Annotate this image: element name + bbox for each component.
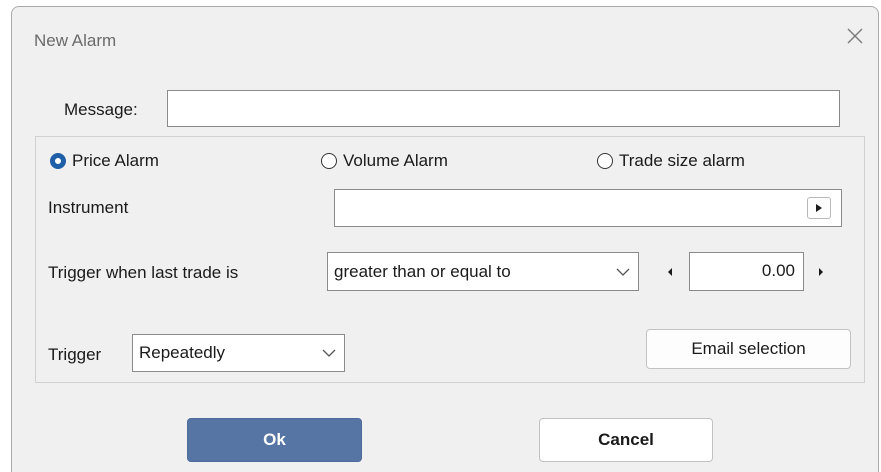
radio-trade-size-alarm-label: Trade size alarm: [619, 151, 745, 170]
radio-trade-size-alarm[interactable]: Trade size alarm: [597, 151, 745, 171]
cancel-button[interactable]: Cancel: [539, 418, 713, 462]
ok-button[interactable]: Ok: [187, 418, 362, 462]
radio-checked-icon: [50, 153, 66, 169]
chevron-down-icon: [616, 268, 630, 276]
decrement-arrow-icon[interactable]: [668, 268, 672, 276]
email-selection-button[interactable]: Email selection: [646, 329, 851, 369]
dialog-title: New Alarm: [34, 31, 117, 50]
radio-price-alarm-label: Price Alarm: [72, 151, 159, 170]
title-bar: New Alarm: [12, 7, 878, 75]
increment-arrow-icon[interactable]: [819, 268, 823, 276]
chevron-down-icon: [322, 349, 336, 357]
close-button[interactable]: [840, 21, 870, 51]
new-alarm-dialog: New Alarm Message: Price Alarm Volume Al…: [11, 6, 879, 472]
message-label: Message:: [64, 100, 138, 119]
radio-price-alarm[interactable]: Price Alarm: [50, 151, 159, 171]
radio-unchecked-icon: [321, 153, 337, 169]
message-input[interactable]: [167, 90, 840, 127]
instrument-input[interactable]: [334, 189, 842, 227]
trigger-condition-value: greater than or equal to: [334, 261, 511, 281]
trigger-value-input[interactable]: 0.00: [689, 252, 804, 291]
trigger-select[interactable]: Repeatedly: [132, 334, 345, 372]
trigger-label: Trigger: [48, 345, 102, 364]
radio-volume-alarm-label: Volume Alarm: [343, 151, 448, 170]
close-icon: [847, 28, 863, 44]
radio-unchecked-icon: [597, 153, 613, 169]
radio-volume-alarm[interactable]: Volume Alarm: [321, 151, 448, 171]
play-arrow-icon: [816, 204, 822, 212]
trigger-value: Repeatedly: [139, 343, 226, 362]
instrument-picker-button[interactable]: [807, 197, 831, 219]
trigger-condition-select[interactable]: greater than or equal to: [327, 252, 639, 291]
trigger-condition-label: Trigger when last trade is: [48, 263, 239, 282]
instrument-label: Instrument: [48, 198, 129, 217]
